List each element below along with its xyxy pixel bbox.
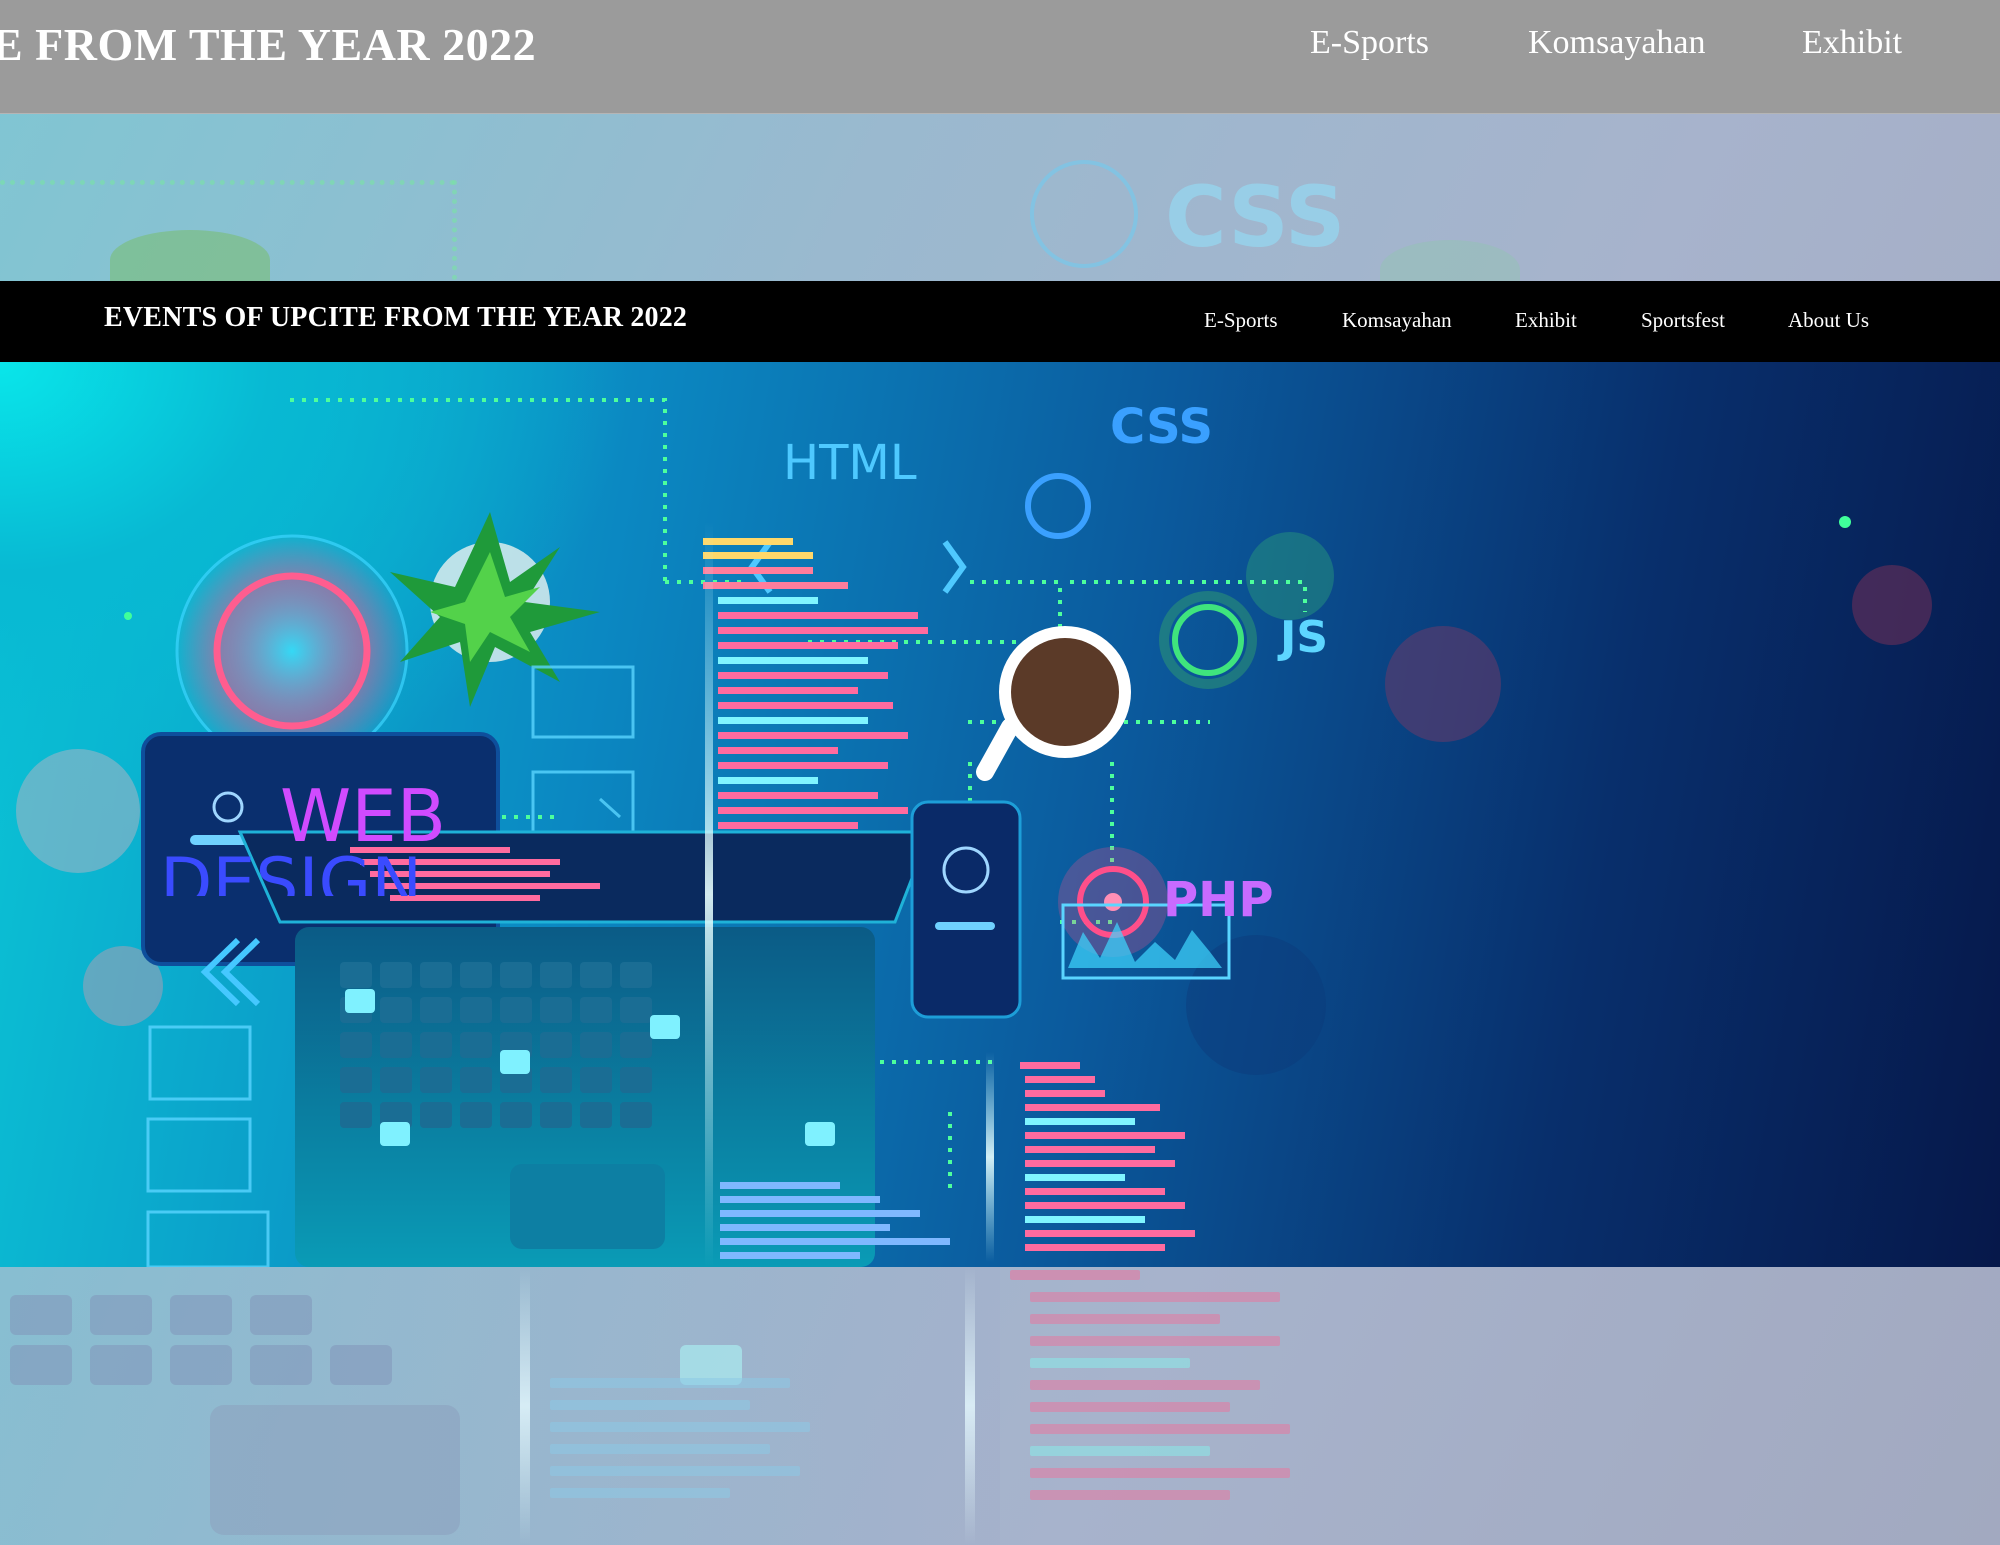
- background-touchpad: [210, 1405, 460, 1535]
- smartphone-icon: [910, 800, 1022, 1019]
- bokeh-circle: [1852, 565, 1932, 645]
- coffee-cup-icon: [976, 626, 1131, 781]
- background-code-line: [1030, 1468, 1290, 1478]
- background-page-title: E FROM THE YEAR 2022: [0, 19, 537, 70]
- html-label: HTML: [783, 435, 917, 491]
- sparkle-dot: [124, 612, 132, 620]
- background-code-line: [550, 1378, 790, 1388]
- background-css-ring-icon: [1030, 160, 1138, 268]
- plant-icon: [390, 512, 600, 707]
- background-key: [330, 1345, 392, 1385]
- background-code-line: [1030, 1358, 1190, 1368]
- background-code-line: [1030, 1292, 1280, 1302]
- background-code-line: [1030, 1314, 1220, 1324]
- php-label: PHP: [1163, 872, 1274, 928]
- background-code-line: [550, 1422, 810, 1432]
- background-nav-komsayahan[interactable]: Komsayahan: [1528, 24, 1706, 62]
- bokeh-circle: [1246, 532, 1334, 620]
- background-dotted-line: [452, 180, 457, 280]
- background-key: [10, 1345, 72, 1385]
- js-label: JS: [1280, 612, 1329, 663]
- css-ring-icon: [1025, 473, 1091, 539]
- background-key: [90, 1345, 152, 1385]
- navbar: EVENTS OF UPCITE FROM THE YEAR 2022 E-Sp…: [0, 281, 2000, 362]
- design-label: DESIGN: [160, 844, 423, 896]
- background-key: [90, 1295, 152, 1335]
- background-css-label: CSS: [1165, 168, 1346, 266]
- background-topbar: E FROM THE YEAR 2022 E-Sports Komsayahan…: [0, 0, 2000, 114]
- background-code-line: [1030, 1402, 1230, 1412]
- background-key: [250, 1345, 312, 1385]
- background-code-line: [550, 1466, 800, 1476]
- background-code-line: [1010, 1270, 1140, 1280]
- js-ring-icon: [1172, 604, 1244, 676]
- light-beam: [705, 522, 713, 1267]
- nav-link-about-us[interactable]: About Us: [1788, 308, 1869, 333]
- background-key: [250, 1295, 312, 1335]
- sparkle-dot: [1839, 516, 1851, 528]
- hero-banner-image: HTML CSS JS PHP WEB DESIGN: [0, 362, 2000, 1267]
- bokeh-circle: [1385, 626, 1501, 742]
- background-light-beam: [520, 1267, 530, 1545]
- background-key: [10, 1295, 72, 1335]
- background-code-line: [550, 1488, 730, 1498]
- event-page-window: EVENTS OF UPCITE FROM THE YEAR 2022 E-Sp…: [0, 281, 2000, 1267]
- light-beam: [986, 1052, 994, 1262]
- css-label: CSS: [1110, 399, 1214, 455]
- background-nav-esports[interactable]: E-Sports: [1310, 24, 1429, 62]
- background-code-line: [1030, 1490, 1230, 1500]
- nav-link-komsayahan[interactable]: Komsayahan: [1342, 308, 1452, 333]
- background-key: [170, 1295, 232, 1335]
- background-code-line: [1030, 1424, 1290, 1434]
- code-lines-right: [1020, 1062, 1195, 1251]
- background-code-line: [1030, 1336, 1280, 1346]
- site-brand-title[interactable]: EVENTS OF UPCITE FROM THE YEAR 2022: [104, 302, 687, 334]
- background-dotted-line: [0, 180, 455, 185]
- nav-link-sportsfest[interactable]: Sportsfest: [1641, 308, 1725, 333]
- background-nav-exhibit[interactable]: Exhibit: [1802, 24, 1902, 62]
- background-code-line: [550, 1400, 750, 1410]
- nav-link-esports[interactable]: E-Sports: [1204, 308, 1278, 333]
- background-key: [170, 1345, 232, 1385]
- background-code-line: [1030, 1380, 1260, 1390]
- background-code-line: [550, 1444, 770, 1454]
- background-light-beam: [965, 1267, 975, 1545]
- nav-link-exhibit[interactable]: Exhibit: [1515, 308, 1577, 333]
- html-bracket-right-icon: [942, 540, 967, 594]
- bokeh-circle: [16, 749, 140, 873]
- background-code-line: [1030, 1446, 1210, 1456]
